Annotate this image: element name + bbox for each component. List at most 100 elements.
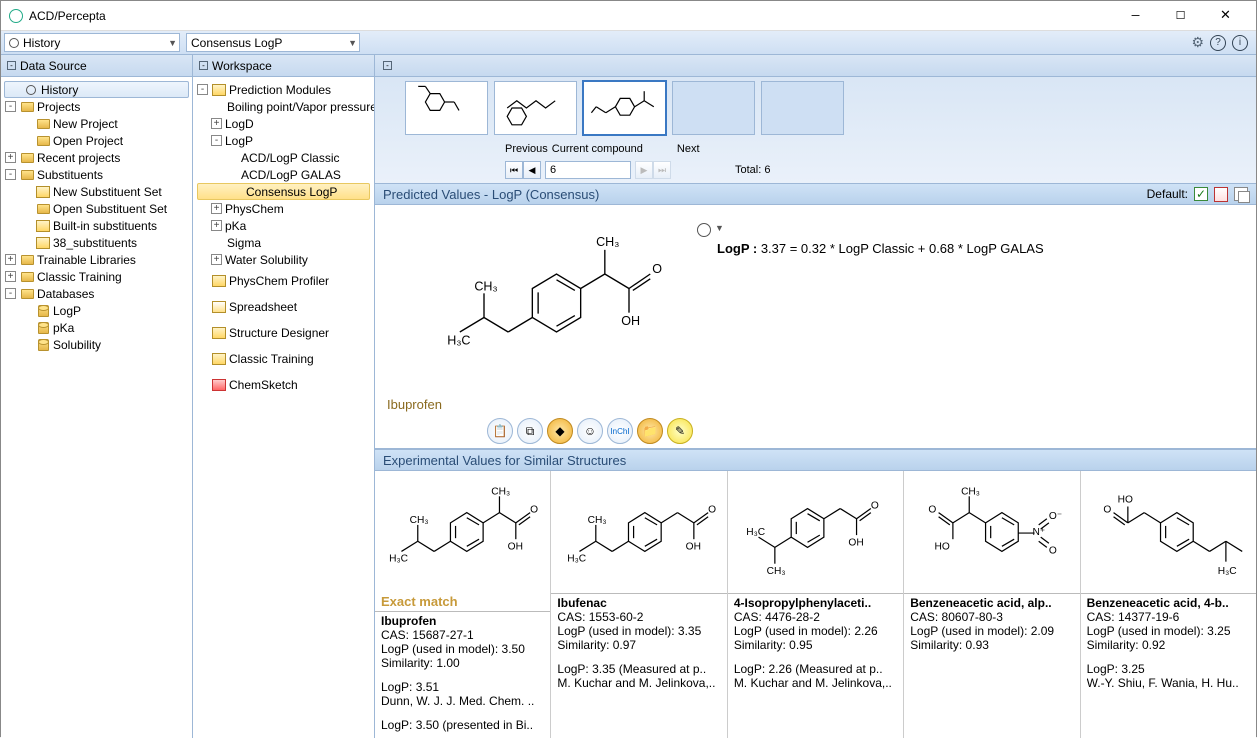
designer-icon [212,327,226,339]
copy-icon[interactable] [1234,187,1248,201]
thumbnail[interactable] [405,81,488,135]
tree-item-recent-projects[interactable]: +Recent projects [1,149,192,166]
collapse-icon[interactable]: - [211,135,222,146]
tree-item-spreadsheet[interactable]: Spreadsheet [193,294,374,320]
tree-item-projects[interactable]: -Projects [1,98,192,115]
collapse-icon[interactable]: - [199,61,208,70]
tree-item-pka[interactable]: +pKa [193,217,374,234]
tree-item-water-sol[interactable]: +Water Solubility [193,251,374,268]
info-icon[interactable]: i [1232,35,1248,51]
exp-data-line: M. Kuchar and M. Jelinkova,.. [734,676,897,690]
maximize-button[interactable]: ☐ [1158,2,1203,30]
pdf-icon[interactable] [1214,187,1228,202]
minimize-button[interactable]: — [1113,2,1158,30]
module-icon [212,353,226,365]
exp-data-line: LogP: 3.35 (Measured at p.. [557,662,720,676]
exp-compound-name: Ibufenac [557,596,720,610]
thumbnail-selected[interactable] [583,81,666,135]
tree-item-open-sub-set[interactable]: Open Substituent Set [1,200,192,217]
exact-match-label: Exact match [381,594,544,609]
tree-item-logp-consensus[interactable]: Consensus LogP [197,183,370,200]
database-icon [38,305,49,317]
tree-item-substituents[interactable]: -Substituents [1,166,192,183]
tree-item-classic-training[interactable]: Classic Training [193,346,374,372]
default-checkbox[interactable]: ✓ [1194,187,1208,201]
workspace-panel: -Prediction Modules Boiling point/Vapor … [193,77,375,738]
exp-compound-name: Benzeneacetic acid, 4-b.. [1087,596,1250,610]
collapse-icon[interactable]: - [197,84,208,95]
thumbnail-empty[interactable] [761,81,844,135]
smile-icon[interactable]: ☺ [577,418,603,444]
exp-data-line: LogP: 3.50 (presented in Bi.. [381,718,544,732]
collapse-icon[interactable]: - [5,169,16,180]
tree-item-logd[interactable]: +LogD [193,115,374,132]
toolbar: History ▼ Consensus LogP ▼ ⚙ ? i [1,31,1256,55]
nav-prev-button[interactable]: ◀ [523,161,541,179]
tree-item-pc-profiler[interactable]: PhysChem Profiler [193,268,374,294]
tree-item-physchem[interactable]: +PhysChem [193,200,374,217]
expand-icon[interactable]: + [5,254,16,265]
thumbnail[interactable] [494,81,577,135]
help-icon[interactable]: ? [1210,35,1226,51]
tree-item-logp[interactable]: -LogP [193,132,374,149]
tree-item-38-sub[interactable]: 38_substituents [1,234,192,251]
collapse-icon[interactable]: - [5,288,16,299]
tree-item-db-solubility[interactable]: Solubility [1,336,192,353]
tree-item-open-project[interactable]: Open Project [1,132,192,149]
expand-icon[interactable]: + [211,220,222,231]
tree-item-db-pka[interactable]: pKa [1,319,192,336]
thumbnail-area: Previous Current compound Next ⏮ ◀ ▶ ⏭ T… [375,77,1256,183]
tree-item-new-sub-set[interactable]: New Substituent Set [1,183,192,200]
tree-item-struct-designer[interactable]: Structure Designer [193,320,374,346]
clock-icon [26,85,36,95]
tree-item-classic-training[interactable]: +Classic Training [1,268,192,285]
tree-item-chemsketch[interactable]: ChemSketch [193,372,374,398]
inchi-icon[interactable]: InChI [607,418,633,444]
nav-next-button[interactable]: ▶ [635,161,653,179]
collapse-icon[interactable]: - [7,61,16,70]
history-dropdown[interactable]: History ▼ [4,33,180,52]
thumbnail-empty[interactable] [672,81,755,135]
tree-item-history[interactable]: History [4,81,189,98]
chevron-down-icon[interactable]: ▼ [715,223,724,233]
exp-cell[interactable]: CH₃OHON⁺O⁻O Benzeneacetic acid, alp.. CA… [904,471,1080,738]
settings-icon[interactable]: ⚙ [1191,34,1204,51]
svg-text:H₃C: H₃C [1217,566,1236,577]
expand-icon[interactable]: + [5,271,16,282]
logp-label: LogP : [717,241,757,256]
svg-text:O: O [709,505,717,516]
tree-item-logp-galas[interactable]: ACD/LogP GALAS [193,166,374,183]
tree-item-sigma[interactable]: Sigma [193,234,374,251]
tree-item-databases[interactable]: -Databases [1,285,192,302]
nav-last-button[interactable]: ⏭ [653,161,671,179]
expand-icon[interactable]: + [5,152,16,163]
exp-model-logp: LogP (used in model): 3.50 [381,642,544,656]
copy-structure-icon[interactable]: ⧉ [517,418,543,444]
nav-next-label: Next [677,143,700,155]
paste-icon[interactable]: 📋 [487,418,513,444]
close-button[interactable]: ✕ [1203,2,1248,30]
module-dropdown[interactable]: Consensus LogP ▼ [186,33,360,52]
exp-cell[interactable]: H₃CCH₃CH₃OOH Exact match Ibuprofen CAS: … [375,471,551,738]
exp-cell[interactable]: H₃CCH₃OOH 4-Isopropylphenylaceti.. CAS: … [728,471,904,738]
tree-item-pred-modules[interactable]: -Prediction Modules [193,81,374,98]
expand-icon[interactable]: + [211,254,222,265]
tree-item-builtin-sub[interactable]: Built-in substituents [1,217,192,234]
tree-item-logp-classic[interactable]: ACD/LogP Classic [193,149,374,166]
tree-item-trainable[interactable]: +Trainable Libraries [1,251,192,268]
folder-icon [21,170,34,180]
tree-item-db-logp[interactable]: LogP [1,302,192,319]
folder-icon[interactable]: 📁 [637,418,663,444]
collapse-icon[interactable]: - [5,101,16,112]
edit-icon[interactable]: ✎ [667,418,693,444]
expand-icon[interactable]: + [211,203,222,214]
book-icon[interactable]: ◆ [547,418,573,444]
expand-icon[interactable]: + [211,118,222,129]
exp-cell[interactable]: HOOH₃C Benzeneacetic acid, 4-b.. CAS: 14… [1081,471,1256,738]
nav-first-button[interactable]: ⏮ [505,161,523,179]
tree-item-boiling[interactable]: Boiling point/Vapor pressure [193,98,374,115]
tree-item-new-project[interactable]: New Project [1,115,192,132]
exp-cell[interactable]: H₃CCH₃OOH Ibufenac CAS: 1553-60-2 LogP (… [551,471,727,738]
collapse-icon[interactable]: - [383,61,392,70]
nav-current-input[interactable] [545,161,631,179]
